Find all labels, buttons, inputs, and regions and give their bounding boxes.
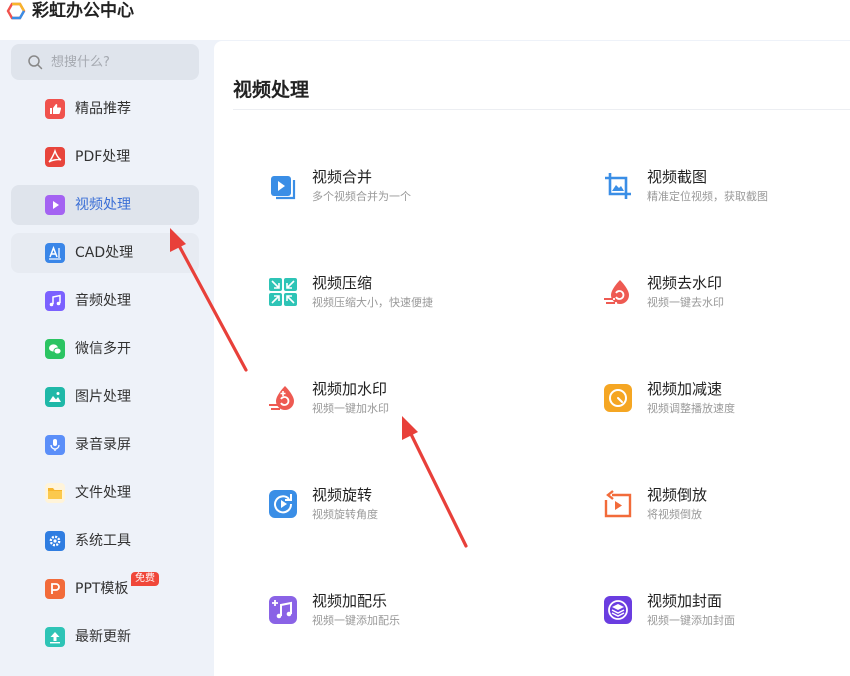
tool-name: 视频倒放	[647, 486, 708, 504]
gear-icon	[45, 531, 65, 551]
add-music-icon	[268, 595, 298, 625]
sidebar-item-pdf[interactable]: PDF处理	[11, 137, 199, 177]
compress-icon	[268, 277, 298, 307]
page-title: 视频处理	[233, 79, 310, 101]
sidebar-item-label: 音频处理	[75, 293, 131, 309]
video-merge-icon	[268, 171, 298, 201]
tool-video-reverse[interactable]: 视频倒放 将视频倒放	[603, 485, 850, 535]
sidebar-item-label: PDF处理	[75, 149, 131, 165]
sidebar-item-label: 图片处理	[75, 389, 131, 405]
music-icon	[45, 291, 65, 311]
pdf-icon	[45, 147, 65, 167]
tool-description: 视频调整播放速度	[647, 402, 735, 415]
app-title: 彩虹办公中心	[32, 1, 134, 21]
tool-description: 视频一键添加封面	[647, 614, 735, 627]
image-icon	[45, 387, 65, 407]
add-watermark-icon	[268, 383, 298, 413]
sidebar-item-cad[interactable]: CAD处理	[11, 233, 199, 273]
tool-description: 将视频倒放	[647, 508, 702, 521]
tool-video-compress[interactable]: 视频压缩 视频压缩大小，快速便捷	[268, 273, 568, 323]
tool-name: 视频合并	[312, 168, 373, 186]
tool-description: 视频压缩大小，快速便捷	[312, 296, 433, 309]
search-box[interactable]	[11, 44, 199, 80]
tool-add-music[interactable]: 视频加配乐 视频一键添加配乐	[268, 591, 568, 641]
tool-add-cover[interactable]: 视频加封面 视频一键添加封面	[603, 591, 850, 641]
tool-name: 视频加水印	[312, 380, 388, 398]
tool-description: 视频一键添加配乐	[312, 614, 400, 627]
sidebar-item-system[interactable]: 系统工具	[11, 521, 199, 561]
tool-description: 视频旋转角度	[312, 508, 378, 521]
sidebar-item-file[interactable]: 文件处理	[11, 473, 199, 513]
tool-description: 多个视频合并为一个	[312, 190, 411, 203]
upload-icon	[45, 627, 65, 647]
tool-video-screenshot[interactable]: 视频截图 精准定位视频，获取截图	[603, 167, 850, 217]
tool-name: 视频加减速	[647, 380, 723, 398]
tool-video-speed[interactable]: 视频加减速 视频调整播放速度	[603, 379, 850, 429]
microphone-icon	[45, 435, 65, 455]
sidebar-item-updates[interactable]: 最新更新	[11, 617, 199, 657]
tool-name: 视频加配乐	[312, 592, 388, 610]
sidebar-item-label: 微信多开	[75, 341, 131, 357]
main-panel: 视频处理 视频合并 多个视频合并为一个 视频截图 精准定位视频，获取截图 视频压…	[214, 41, 850, 676]
tool-name: 视频旋转	[312, 486, 373, 504]
cad-icon	[45, 243, 65, 263]
app-logo-icon	[6, 2, 26, 20]
divider	[233, 109, 850, 110]
sidebar-item-ppt[interactable]: PPT模板 免费	[11, 569, 199, 609]
sidebar-item-label: 录音录屏	[75, 437, 131, 453]
tool-name: 视频加封面	[647, 592, 723, 610]
free-badge: 免费	[131, 572, 159, 586]
search-icon	[28, 55, 43, 70]
sidebar-item-label: 系统工具	[75, 533, 131, 549]
sidebar-item-video[interactable]: 视频处理	[11, 185, 199, 225]
play-icon	[45, 195, 65, 215]
sidebar-item-record[interactable]: 录音录屏	[11, 425, 199, 465]
tool-video-rotate[interactable]: 视频旋转 视频旋转角度	[268, 485, 568, 535]
rotate-icon	[268, 489, 298, 519]
tool-remove-watermark[interactable]: 视频去水印 视频一键去水印	[603, 273, 850, 323]
add-cover-icon	[603, 595, 633, 625]
speed-icon	[603, 383, 633, 413]
tool-name: 视频去水印	[647, 274, 723, 292]
tool-description: 视频一键去水印	[647, 296, 724, 309]
folder-icon	[45, 483, 65, 503]
sidebar-item-image[interactable]: 图片处理	[11, 377, 199, 417]
reverse-icon	[603, 489, 633, 519]
sidebar-item-wechat[interactable]: 微信多开	[11, 329, 199, 369]
remove-watermark-icon	[603, 277, 633, 307]
tool-add-watermark[interactable]: 视频加水印 视频一键加水印	[268, 379, 568, 429]
wechat-icon	[45, 339, 65, 359]
tool-video-merge[interactable]: 视频合并 多个视频合并为一个	[268, 167, 568, 217]
sidebar-item-audio[interactable]: 音频处理	[11, 281, 199, 321]
sidebar: 精品推荐 PDF处理 视频处理 CAD处理 音频处理 微信多开	[0, 40, 212, 676]
tool-description: 精准定位视频，获取截图	[647, 190, 768, 203]
sidebar-item-label: 视频处理	[75, 197, 131, 213]
sidebar-item-recommend[interactable]: 精品推荐	[11, 89, 199, 129]
search-input[interactable]	[51, 44, 191, 80]
thumbs-up-icon	[45, 99, 65, 119]
sidebar-item-label: PPT模板	[75, 581, 129, 597]
sidebar-item-label: 精品推荐	[75, 101, 131, 117]
sidebar-item-label: 文件处理	[75, 485, 131, 501]
tool-name: 视频压缩	[312, 274, 373, 292]
sidebar-item-label: 最新更新	[75, 629, 131, 645]
sidebar-item-label: CAD处理	[75, 245, 134, 261]
tool-description: 视频一键加水印	[312, 402, 389, 415]
crop-screenshot-icon	[603, 171, 633, 201]
ppt-icon	[45, 579, 65, 599]
tool-name: 视频截图	[647, 168, 708, 186]
title-bar: 彩虹办公中心	[0, 0, 850, 40]
